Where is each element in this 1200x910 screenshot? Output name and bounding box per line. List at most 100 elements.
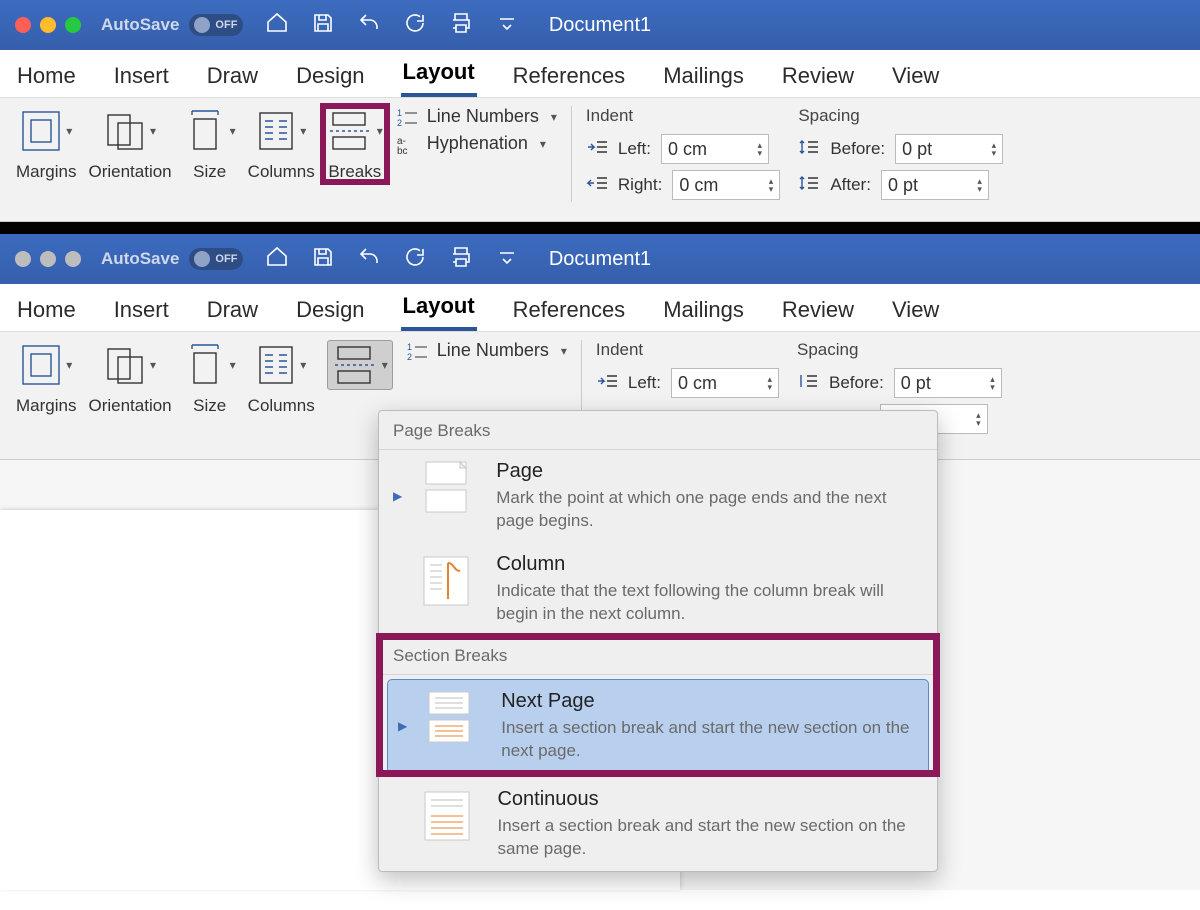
size-button-2[interactable]: ▾ Size: [180, 340, 240, 416]
chevron-down-icon: ▾: [66, 124, 72, 138]
continuous-title: Continuous: [497, 788, 923, 811]
tab-draw-2[interactable]: Draw: [205, 291, 260, 331]
next-page-title: Next Page: [501, 690, 918, 713]
spacing-before-icon: [797, 372, 819, 395]
chevron-down-icon: ▾: [230, 358, 236, 372]
svg-text:2: 2: [397, 118, 402, 127]
submenu-arrow-icon: ▶: [398, 719, 407, 733]
chevron-down-icon: ▾: [561, 344, 567, 358]
hyphenation-label: Hyphenation: [427, 133, 528, 154]
spacing-after-value: 0 pt: [888, 175, 918, 196]
stepper-arrows[interactable]: ▴▾: [767, 375, 772, 391]
spacing-header: Spacing: [798, 106, 1003, 126]
spacing-after-input[interactable]: 0 pt ▴▾: [881, 170, 989, 200]
submenu-arrow-icon: ▶: [393, 489, 402, 503]
stepper-arrows[interactable]: ▴▾: [977, 177, 982, 193]
indent-left-input-2[interactable]: 0 cm ▴▾: [671, 368, 779, 398]
next-page-icon: [425, 690, 487, 746]
size-label: Size: [193, 162, 226, 182]
indent-left-input[interactable]: 0 cm ▴▾: [661, 134, 769, 164]
tab-view-2[interactable]: View: [890, 291, 941, 331]
breaks-label: Breaks: [328, 162, 381, 182]
menu-item-continuous[interactable]: Continuous Insert a section break and st…: [379, 778, 937, 871]
before-label-2: Before:: [829, 373, 884, 393]
page-title: Page: [496, 460, 923, 483]
line-numbers-button-2[interactable]: 12 Line Numbers ▾: [407, 340, 567, 361]
tab-references-2[interactable]: References: [511, 291, 628, 331]
chevron-down-icon: ▾: [150, 124, 156, 138]
column-title: Column: [496, 553, 923, 576]
tab-view[interactable]: View: [890, 57, 941, 97]
indent-group-2: Indent Left: 0 cm ▴▾: [596, 340, 779, 398]
doc-title-row: Document1: [0, 14, 1200, 37]
spacing-before-value-2: 0 pt: [901, 373, 931, 394]
menu-item-page[interactable]: ▶ Page Mark the point at which one page …: [379, 450, 937, 543]
indent-left-value: 0 cm: [668, 139, 707, 160]
orientation-button[interactable]: ▾ Orientation: [84, 106, 175, 182]
stepper-arrows[interactable]: ▴▾: [769, 177, 774, 193]
stepper-arrows[interactable]: ▴▾: [990, 375, 995, 391]
line-numbers-button[interactable]: 12 Line Numbers ▾: [397, 106, 557, 127]
tab-home[interactable]: Home: [15, 57, 78, 97]
menu-header-section-breaks: Section Breaks: [379, 636, 937, 675]
separator-bar: [0, 222, 1200, 234]
tab-layout-2[interactable]: Layout: [401, 287, 477, 331]
stepper-arrows[interactable]: ▴▾: [757, 141, 762, 157]
column-desc: Indicate that the text following the col…: [496, 580, 923, 626]
orientation-button-2[interactable]: ▾ Orientation: [84, 340, 175, 416]
columns-button[interactable]: ▾ Columns: [244, 106, 319, 182]
chevron-down-icon: ▾: [230, 124, 236, 138]
tab-mailings[interactable]: Mailings: [661, 57, 746, 97]
indent-right-input[interactable]: 0 cm ▴▾: [672, 170, 780, 200]
hyphenation-button[interactable]: a-bc Hyphenation ▾: [397, 133, 557, 154]
tab-draw[interactable]: Draw: [205, 57, 260, 97]
stepper-arrows[interactable]: ▴▾: [992, 141, 997, 157]
spacing-after-icon: [798, 174, 820, 197]
tab-insert-2[interactable]: Insert: [112, 291, 171, 331]
breaks-button-2[interactable]: ▾: [323, 340, 397, 390]
size-button[interactable]: ▾ Size: [180, 106, 240, 182]
ribbon-tabs-2: Home Insert Draw Design Layout Reference…: [0, 284, 1200, 332]
next-page-desc: Insert a section break and start the new…: [501, 717, 918, 763]
tab-layout[interactable]: Layout: [401, 53, 477, 97]
doc-title-row-2: Document1: [0, 248, 1200, 271]
stepper-arrows[interactable]: ▴▾: [976, 411, 981, 427]
ribbon-tabs: Home Insert Draw Design Layout Reference…: [0, 50, 1200, 98]
line-numbers-label: Line Numbers: [427, 106, 539, 127]
tab-design[interactable]: Design: [294, 57, 366, 97]
document-area: Page Breaks ▶ Page Mark the point at whi…: [0, 460, 1200, 890]
margins-label: Margins: [16, 162, 76, 182]
menu-item-next-page[interactable]: ▶ Next Page Insert a section break and s…: [387, 679, 929, 774]
margins-button-2[interactable]: ▾ Margins: [12, 340, 80, 416]
spacing-before-input-2[interactable]: 0 pt ▴▾: [894, 368, 1002, 398]
chevron-down-icon: ▾: [150, 358, 156, 372]
column-break-icon: [420, 553, 482, 609]
breaks-button[interactable]: ▾ Breaks: [323, 106, 387, 182]
highlight-section: Section Breaks ▶ Next Page Insert a sect…: [379, 636, 937, 774]
tab-home-2[interactable]: Home: [15, 291, 78, 331]
svg-text:1: 1: [407, 342, 412, 352]
indent-header-2: Indent: [596, 340, 779, 360]
left-label: Left:: [618, 139, 651, 159]
titlebar-2: AutoSave OFF Document1: [0, 234, 1200, 284]
page-desc: Mark the point at which one page ends an…: [496, 487, 923, 533]
margins-button[interactable]: ▾ Margins: [12, 106, 80, 182]
tab-review-2[interactable]: Review: [780, 291, 856, 331]
orientation-label-2: Orientation: [88, 396, 171, 416]
left-label-2: Left:: [628, 373, 661, 393]
chevron-down-icon: ▾: [382, 358, 388, 372]
chevron-down-icon: ▾: [66, 358, 72, 372]
tab-mailings-2[interactable]: Mailings: [661, 291, 746, 331]
doc-title-2: Document1: [549, 248, 651, 271]
tab-references[interactable]: References: [511, 57, 628, 97]
menu-item-column[interactable]: Column Indicate that the text following …: [379, 543, 937, 636]
columns-button-2[interactable]: ▾ Columns: [244, 340, 319, 416]
tab-design-2[interactable]: Design: [294, 291, 366, 331]
ribbon-panel: ▾ Margins ▾ Orientation ▾ Size ▾ Columns…: [0, 98, 1200, 222]
right-label: Right:: [618, 175, 662, 195]
tab-review[interactable]: Review: [780, 57, 856, 97]
tab-insert[interactable]: Insert: [112, 57, 171, 97]
spacing-group: Spacing Before: 0 pt ▴▾ After: 0 pt ▴▾: [798, 106, 1003, 200]
orientation-label: Orientation: [88, 162, 171, 182]
spacing-before-input[interactable]: 0 pt ▴▾: [895, 134, 1003, 164]
